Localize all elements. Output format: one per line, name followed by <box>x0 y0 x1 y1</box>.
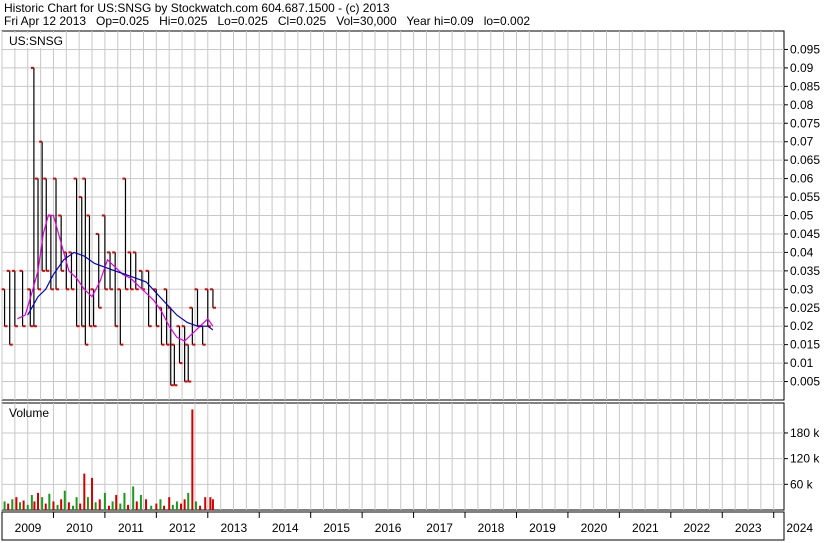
y-tick-label: 0.06 <box>790 172 814 186</box>
volume-bar <box>83 473 86 510</box>
x-tick-label: 2012 <box>169 521 196 535</box>
volume-bar <box>211 499 214 510</box>
volume-bar <box>52 501 55 510</box>
volume-bar <box>3 501 6 510</box>
volume-bar <box>67 502 70 510</box>
y-tick-label: 0.03 <box>790 282 814 296</box>
y-tick-label: 0.045 <box>790 227 820 241</box>
volume-bar <box>56 504 59 510</box>
volume-bar <box>183 499 186 510</box>
volume-bar <box>94 502 97 510</box>
volume-bar <box>115 495 118 510</box>
x-tick-label: 2017 <box>426 521 453 535</box>
x-tick-label: 2015 <box>323 521 350 535</box>
y-tick-label: 0.04 <box>790 245 814 259</box>
y-tick-label: 0.07 <box>790 135 814 149</box>
volume-bar <box>86 497 89 510</box>
chart-title: US:SNSG <box>9 34 63 48</box>
y-tick-label: 0.055 <box>790 190 820 204</box>
volume-bar <box>175 501 178 510</box>
volume-bar <box>26 504 29 510</box>
y-tick-label: 0.035 <box>790 264 820 278</box>
volume-bar <box>194 501 197 510</box>
y-tick-label: 0.095 <box>790 42 820 56</box>
volume-tick-label: 60 k <box>790 477 814 491</box>
y-tick-label: 0.09 <box>790 61 814 75</box>
x-tick-label: 2023 <box>735 521 762 535</box>
volume-bar <box>168 497 171 510</box>
x-tick-label: 2019 <box>529 521 556 535</box>
volume-bar <box>132 486 135 510</box>
volume-bar <box>44 503 47 510</box>
volume-bar <box>30 495 33 510</box>
volume-bar <box>98 499 101 510</box>
x-tick-label: 2020 <box>581 521 608 535</box>
volume-bar <box>199 505 202 510</box>
volume-bar <box>159 499 162 510</box>
volume-bar <box>79 503 82 510</box>
y-tick-label: 0.065 <box>790 153 820 167</box>
x-tick-label: 2021 <box>632 521 659 535</box>
y-tick-label: 0.02 <box>790 319 814 333</box>
x-tick-label: 2010 <box>66 521 93 535</box>
volume-bar <box>48 493 51 510</box>
volume-bar <box>91 477 94 510</box>
volume-bar <box>139 495 142 510</box>
y-tick-label: 0.05 <box>790 209 814 223</box>
volume-tick-label: 120 k <box>790 452 820 466</box>
volume-bar <box>150 505 153 510</box>
volume-bar <box>204 497 207 510</box>
volume-bar <box>63 490 66 510</box>
y-tick-label: 0.025 <box>790 301 820 315</box>
volume-bar <box>103 492 106 510</box>
volume-bar <box>180 503 183 510</box>
volume-bar <box>145 499 148 510</box>
y-tick-label: 0.085 <box>790 79 820 93</box>
volume-bar <box>155 503 158 510</box>
volume-bar <box>127 504 130 510</box>
y-tick-label: 0.015 <box>790 338 820 352</box>
volume-bar <box>7 503 10 510</box>
volume-tick-label: 180 k <box>790 426 820 440</box>
volume-bar <box>22 500 25 510</box>
volume-bar <box>123 492 126 510</box>
volume-bar <box>19 502 22 510</box>
volume-bar <box>119 503 122 510</box>
x-tick-label: 2009 <box>15 521 42 535</box>
volume-bar <box>108 505 111 510</box>
x-tick-label: 2011 <box>118 521 144 535</box>
volume-bar <box>187 492 190 510</box>
y-tick-label: 0.08 <box>790 98 814 112</box>
volume-bar <box>135 501 138 510</box>
volume-bar <box>171 504 174 510</box>
x-tick-label: 2013 <box>220 521 247 535</box>
volume-bar <box>75 497 78 510</box>
volume-bar <box>209 497 212 510</box>
x-tick-label: 2024 <box>786 521 813 535</box>
x-tick-label: 2018 <box>478 521 505 535</box>
y-tick-label: 0.075 <box>790 116 820 130</box>
x-tick-label: 2014 <box>272 521 299 535</box>
volume-bar <box>111 501 114 510</box>
volume-panel <box>1 402 785 511</box>
y-tick-label: 0.005 <box>790 375 820 389</box>
volume-bar <box>15 497 18 510</box>
x-tick-label: 2022 <box>683 521 710 535</box>
stock-chart: 0.095 0.09 0.085 0.08 0.075 0.07 0.065 0.06 0.05… <box>1 30 820 541</box>
volume-bar <box>191 409 194 510</box>
volume-bar <box>33 501 36 510</box>
volume-bar <box>11 499 14 510</box>
y-tick-label: 0.01 <box>790 356 814 370</box>
x-tick-label: 2016 <box>375 521 402 535</box>
volume-bar <box>37 492 40 510</box>
volume-bar <box>41 497 44 510</box>
volume-bar <box>71 505 74 510</box>
volume-bar <box>163 505 166 510</box>
volume-title: Volume <box>9 406 49 420</box>
volume-bar <box>60 499 63 510</box>
